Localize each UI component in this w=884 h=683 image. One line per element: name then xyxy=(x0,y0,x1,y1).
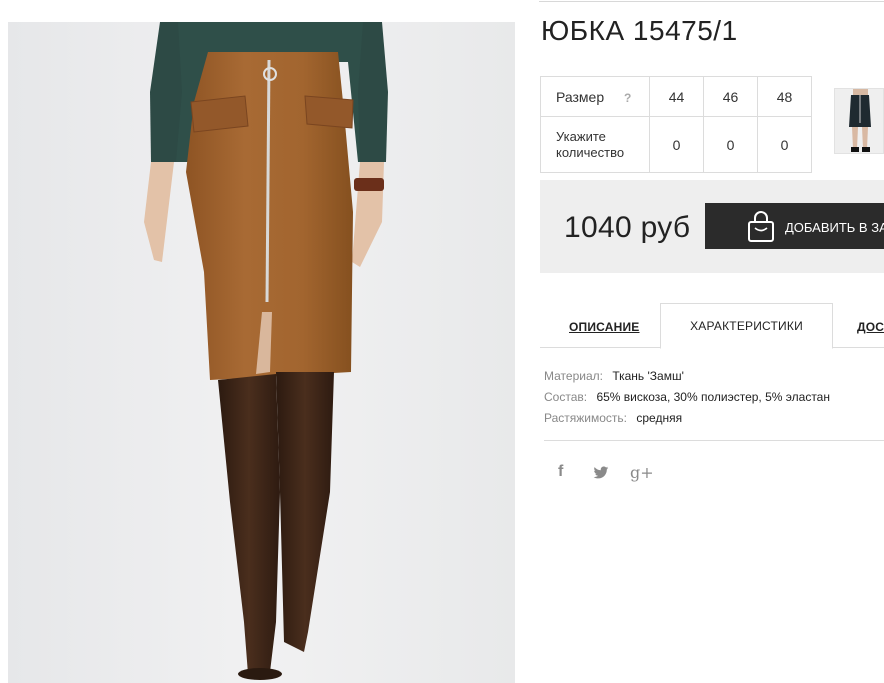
char-row-material: Материал: Ткань 'Замш' xyxy=(544,366,830,387)
char-value: Ткань 'Замш' xyxy=(612,369,684,383)
add-to-cart-button[interactable]: ДОБАВИТЬ В ЗАКАЗ xyxy=(705,203,884,249)
char-key: Состав: xyxy=(544,390,588,404)
char-value: средняя xyxy=(636,411,683,425)
shopping-bag-icon xyxy=(748,211,774,242)
twitter-icon[interactable] xyxy=(593,463,609,484)
char-key: Материал: xyxy=(544,369,603,383)
char-row-stretch: Растяжимость: средняя xyxy=(544,408,830,429)
tab-characteristics[interactable]: ХАРАКТЕРИСТИКИ xyxy=(660,303,833,349)
size-48[interactable]: 48 xyxy=(757,76,812,117)
quantity-input-46[interactable]: 0 xyxy=(703,116,758,173)
tab-description[interactable]: ОПИСАНИЕ xyxy=(569,305,640,350)
tab-delivery[interactable]: ДОСТАВКА xyxy=(857,305,884,350)
add-to-cart-label: ДОБАВИТЬ В ЗАКАЗ xyxy=(785,219,884,235)
size-label-cell: Размер ? xyxy=(540,76,650,117)
product-photo xyxy=(8,22,515,683)
size-quantity-table: Размер ? 44 46 48 Укажите количество 0 0… xyxy=(540,76,812,173)
quantity-label: Укажите количество xyxy=(540,116,650,173)
product-thumbnail[interactable] xyxy=(834,88,884,154)
char-key: Растяжимость: xyxy=(544,411,628,425)
quantity-label-line2: количество xyxy=(556,144,625,160)
quantity-row: Укажите количество 0 0 0 xyxy=(540,116,812,173)
section-divider xyxy=(544,440,884,441)
product-title: ЮБКА 15475/1 xyxy=(541,15,738,46)
size-44[interactable]: 44 xyxy=(649,76,704,117)
quantity-input-48[interactable]: 0 xyxy=(757,116,812,173)
quantity-label-line1: Укажите xyxy=(556,128,606,144)
size-row: Размер ? 44 46 48 xyxy=(540,76,812,117)
info-tabs: ОПИСАНИЕ ХАРАКТЕРИСТИКИ ДОСТАВКА xyxy=(540,303,884,350)
buy-box: 1040 руб ДОБАВИТЬ В ЗАКАЗ xyxy=(540,180,884,273)
size-label: Размер xyxy=(556,88,605,105)
top-divider xyxy=(539,1,884,2)
quantity-input-44[interactable]: 0 xyxy=(649,116,704,173)
char-row-composition: Состав: 65% вискоза, 30% полиэстер, 5% э… xyxy=(544,387,830,408)
help-icon[interactable]: ? xyxy=(624,91,631,105)
char-value: 65% вискоза, 30% полиэстер, 5% эластан xyxy=(596,390,830,404)
size-46[interactable]: 46 xyxy=(703,76,758,117)
google-plus-icon[interactable]: g+ xyxy=(630,463,654,482)
price: 1040 руб xyxy=(564,211,691,244)
facebook-icon[interactable]: f xyxy=(558,463,563,481)
characteristics-list: Материал: Ткань 'Замш' Состав: 65% виско… xyxy=(544,366,830,429)
